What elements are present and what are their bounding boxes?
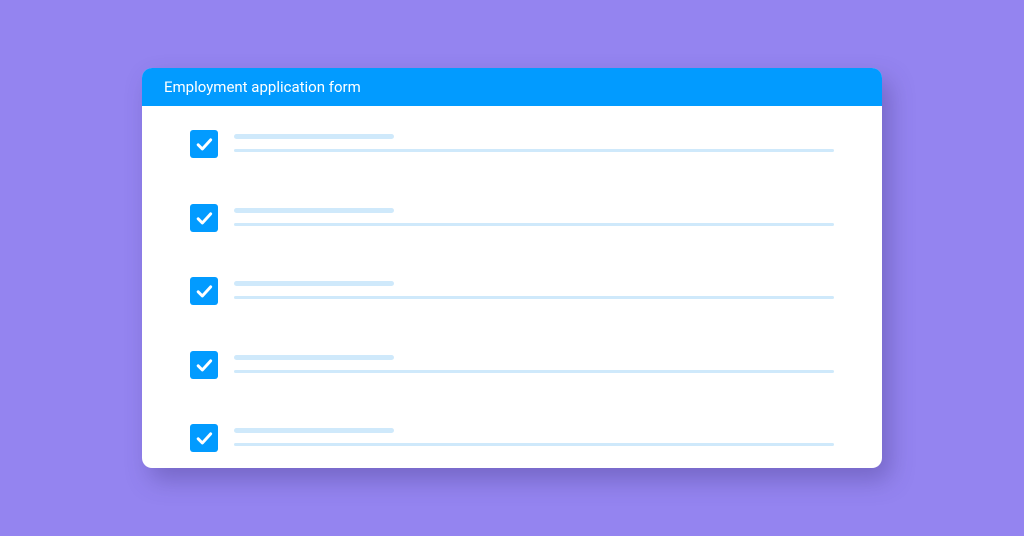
item-content (234, 277, 834, 299)
placeholder-line-long (234, 296, 834, 299)
list-item (190, 130, 834, 158)
checkbox[interactable] (190, 204, 218, 232)
item-content (234, 424, 834, 446)
check-icon (194, 355, 214, 375)
list-item (190, 351, 834, 379)
placeholder-line-short (234, 134, 394, 139)
placeholder-line-short (234, 281, 394, 286)
list-item (190, 277, 834, 305)
card-header: Employment application form (142, 68, 882, 106)
placeholder-line-long (234, 443, 834, 446)
list-item (190, 204, 834, 232)
checkbox[interactable] (190, 424, 218, 452)
check-icon (194, 281, 214, 301)
placeholder-line-short (234, 355, 394, 360)
check-icon (194, 134, 214, 154)
checkbox[interactable] (190, 277, 218, 305)
item-content (234, 351, 834, 373)
checkbox[interactable] (190, 130, 218, 158)
card-title: Employment application form (164, 78, 361, 96)
item-content (234, 204, 834, 226)
check-icon (194, 208, 214, 228)
card-body (142, 106, 882, 468)
form-card: Employment application form (142, 68, 882, 468)
placeholder-line-long (234, 370, 834, 373)
placeholder-line-long (234, 223, 834, 226)
check-icon (194, 428, 214, 448)
placeholder-line-long (234, 149, 834, 152)
placeholder-line-short (234, 428, 394, 433)
item-content (234, 130, 834, 152)
checkbox[interactable] (190, 351, 218, 379)
list-item (190, 424, 834, 452)
placeholder-line-short (234, 208, 394, 213)
